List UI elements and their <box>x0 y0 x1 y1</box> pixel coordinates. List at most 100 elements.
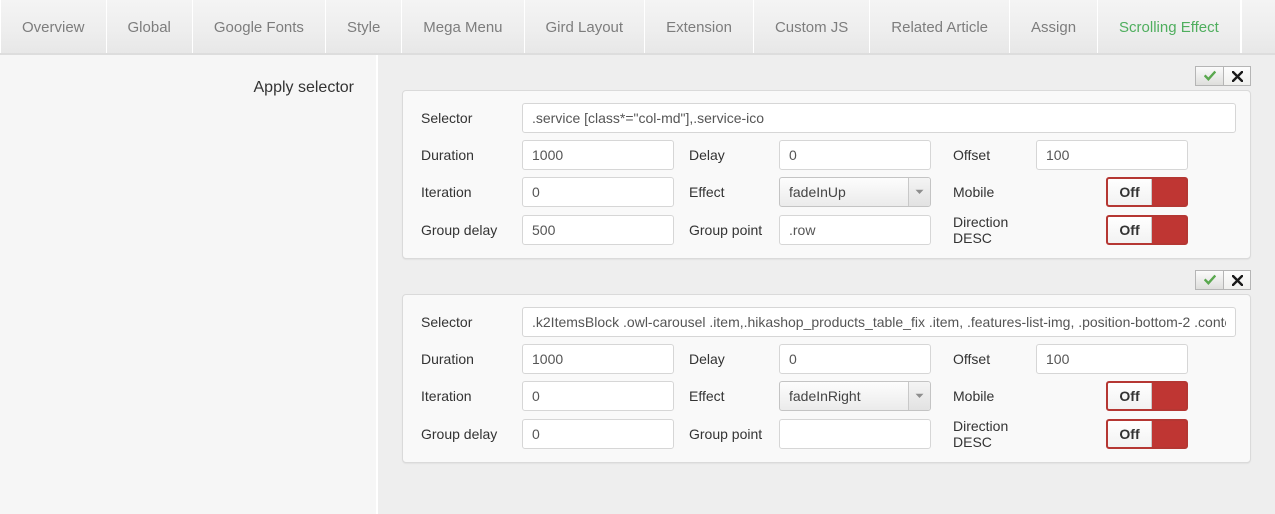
tab-label: Scrolling Effect <box>1119 18 1219 36</box>
tab-label: Custom JS <box>774 18 849 36</box>
tab-overview[interactable]: Overview <box>0 0 107 54</box>
tab-related-article[interactable]: Related Article <box>870 0 1011 54</box>
selector-row: Selector <box>417 307 1236 337</box>
direction-desc-toggle-state: Off <box>1108 421 1152 447</box>
direction-desc-toggle[interactable]: Off <box>1106 215 1188 245</box>
mobile-toggle-track <box>1152 179 1186 205</box>
tab-label: Google Fonts <box>213 18 304 36</box>
duration-label: Duration <box>421 147 474 163</box>
effect-select[interactable]: fadeInUp <box>779 177 931 207</box>
mobile-label: Mobile <box>953 388 995 404</box>
check-icon <box>1203 70 1216 81</box>
selector-row: Selector <box>417 103 1236 133</box>
direction-desc-toggle-track <box>1152 421 1186 447</box>
tab-label: Global <box>127 18 171 36</box>
check-icon <box>1203 274 1216 285</box>
selector-label: Selector <box>421 110 473 126</box>
tab-label: Mega Menu <box>423 18 503 36</box>
iteration-label: Iteration <box>421 184 472 200</box>
group-point-input[interactable] <box>779 419 931 449</box>
mobile-label: Mobile <box>953 184 995 200</box>
effect-select-box[interactable]: fadeInUp <box>779 177 931 207</box>
duration-input[interactable] <box>522 140 674 170</box>
mobile-toggle[interactable]: Off <box>1106 177 1188 207</box>
selector-input[interactable] <box>522 307 1236 337</box>
remove-button[interactable] <box>1223 66 1251 86</box>
offset-input[interactable] <box>1036 140 1188 170</box>
tab-google-fonts[interactable]: Google Fonts <box>192 0 326 54</box>
direction-desc-toggle[interactable]: Off <box>1106 419 1188 449</box>
delay-input[interactable] <box>779 140 931 170</box>
group-delay-label: Group delay <box>421 222 498 238</box>
duration-row: Duration Delay Offset <box>417 344 1236 374</box>
offset-label: Offset <box>953 351 991 367</box>
iteration-row: Iteration Effect fadeInUp Mobile Off <box>417 177 1236 207</box>
selector-label: Selector <box>421 314 473 330</box>
tab-mega-menu[interactable]: Mega Menu <box>402 0 525 54</box>
effect-select-box[interactable]: fadeInRight <box>779 381 931 411</box>
tab-global[interactable]: Global <box>106 0 193 54</box>
tab-label: Assign <box>1031 18 1077 36</box>
tab-label: Extension <box>666 18 732 36</box>
tab-extension[interactable]: Extension <box>645 0 754 54</box>
group-point-label: Group point <box>689 426 763 442</box>
duration-row: Duration Delay Offset <box>417 140 1236 170</box>
delay-input[interactable] <box>779 344 931 374</box>
remove-button[interactable] <box>1223 270 1251 290</box>
offset-input[interactable] <box>1036 344 1188 374</box>
mobile-toggle-state: Off <box>1108 383 1152 409</box>
direction-desc-toggle-holder: Off <box>1036 215 1188 245</box>
form-label-column: Apply selector <box>0 55 378 514</box>
tab-bar-filler <box>1240 0 1275 54</box>
direction-desc-toggle-track <box>1152 217 1186 243</box>
panel-actions <box>402 259 1251 290</box>
tab-custom-js[interactable]: Custom JS <box>753 0 871 54</box>
effect-select-value: fadeInUp <box>789 184 846 200</box>
direction-desc-toggle-holder: Off <box>1036 419 1188 449</box>
confirm-button[interactable] <box>1195 66 1223 86</box>
chevron-down-icon <box>908 382 930 410</box>
delay-label: Delay <box>689 147 725 163</box>
tab-assign[interactable]: Assign <box>1010 0 1099 54</box>
content-area: Apply selector Selector Duration <box>0 55 1275 514</box>
tab-label: Gird Layout <box>545 18 624 36</box>
group-delay-input[interactable] <box>522 215 674 245</box>
close-icon <box>1231 274 1243 286</box>
mobile-toggle-track <box>1152 383 1186 409</box>
tab-gird-layout[interactable]: Gird Layout <box>524 0 646 54</box>
chevron-down-icon <box>908 178 930 206</box>
direction-desc-label: Direction DESC <box>953 418 1009 450</box>
duration-label: Duration <box>421 351 474 367</box>
effect-label: Effect <box>689 184 725 200</box>
mobile-toggle[interactable]: Off <box>1106 381 1188 411</box>
group-point-label: Group point <box>689 222 763 238</box>
tab-scrolling-effect[interactable]: Scrolling Effect <box>1098 0 1241 54</box>
tab-bar: Overview Global Google Fonts Style Mega … <box>0 0 1275 55</box>
selector-input[interactable] <box>522 103 1236 133</box>
confirm-button[interactable] <box>1195 270 1223 290</box>
scrolling-effect-panel: Selector Duration Delay Offset Iteration… <box>402 294 1251 463</box>
direction-desc-label: Direction DESC <box>953 214 1009 246</box>
tab-label: Related Article <box>891 18 989 36</box>
group-delay-row: Group delay Group point Direction DESC O… <box>417 214 1236 246</box>
form-field-column: Selector Duration Delay Offset Iteration… <box>378 55 1275 514</box>
iteration-row: Iteration Effect fadeInRight Mobile Off <box>417 381 1236 411</box>
iteration-input[interactable] <box>522 381 674 411</box>
group-point-input[interactable] <box>779 215 931 245</box>
direction-desc-toggle-state: Off <box>1108 217 1152 243</box>
tab-style[interactable]: Style <box>325 0 403 54</box>
group-delay-input[interactable] <box>522 419 674 449</box>
offset-label: Offset <box>953 147 991 163</box>
apply-selector-label: Apply selector <box>253 79 355 96</box>
effect-select-value: fadeInRight <box>789 388 861 404</box>
group-delay-row: Group delay Group point Direction DESC O… <box>417 418 1236 450</box>
panel-actions <box>402 55 1251 86</box>
scrolling-effect-panel: Selector Duration Delay Offset Iteration… <box>402 90 1251 259</box>
mobile-toggle-holder: Off <box>1036 177 1188 207</box>
tab-label: Style <box>346 18 381 36</box>
iteration-input[interactable] <box>522 177 674 207</box>
delay-label: Delay <box>689 351 725 367</box>
mobile-toggle-holder: Off <box>1036 381 1188 411</box>
duration-input[interactable] <box>522 344 674 374</box>
effect-select[interactable]: fadeInRight <box>779 381 931 411</box>
